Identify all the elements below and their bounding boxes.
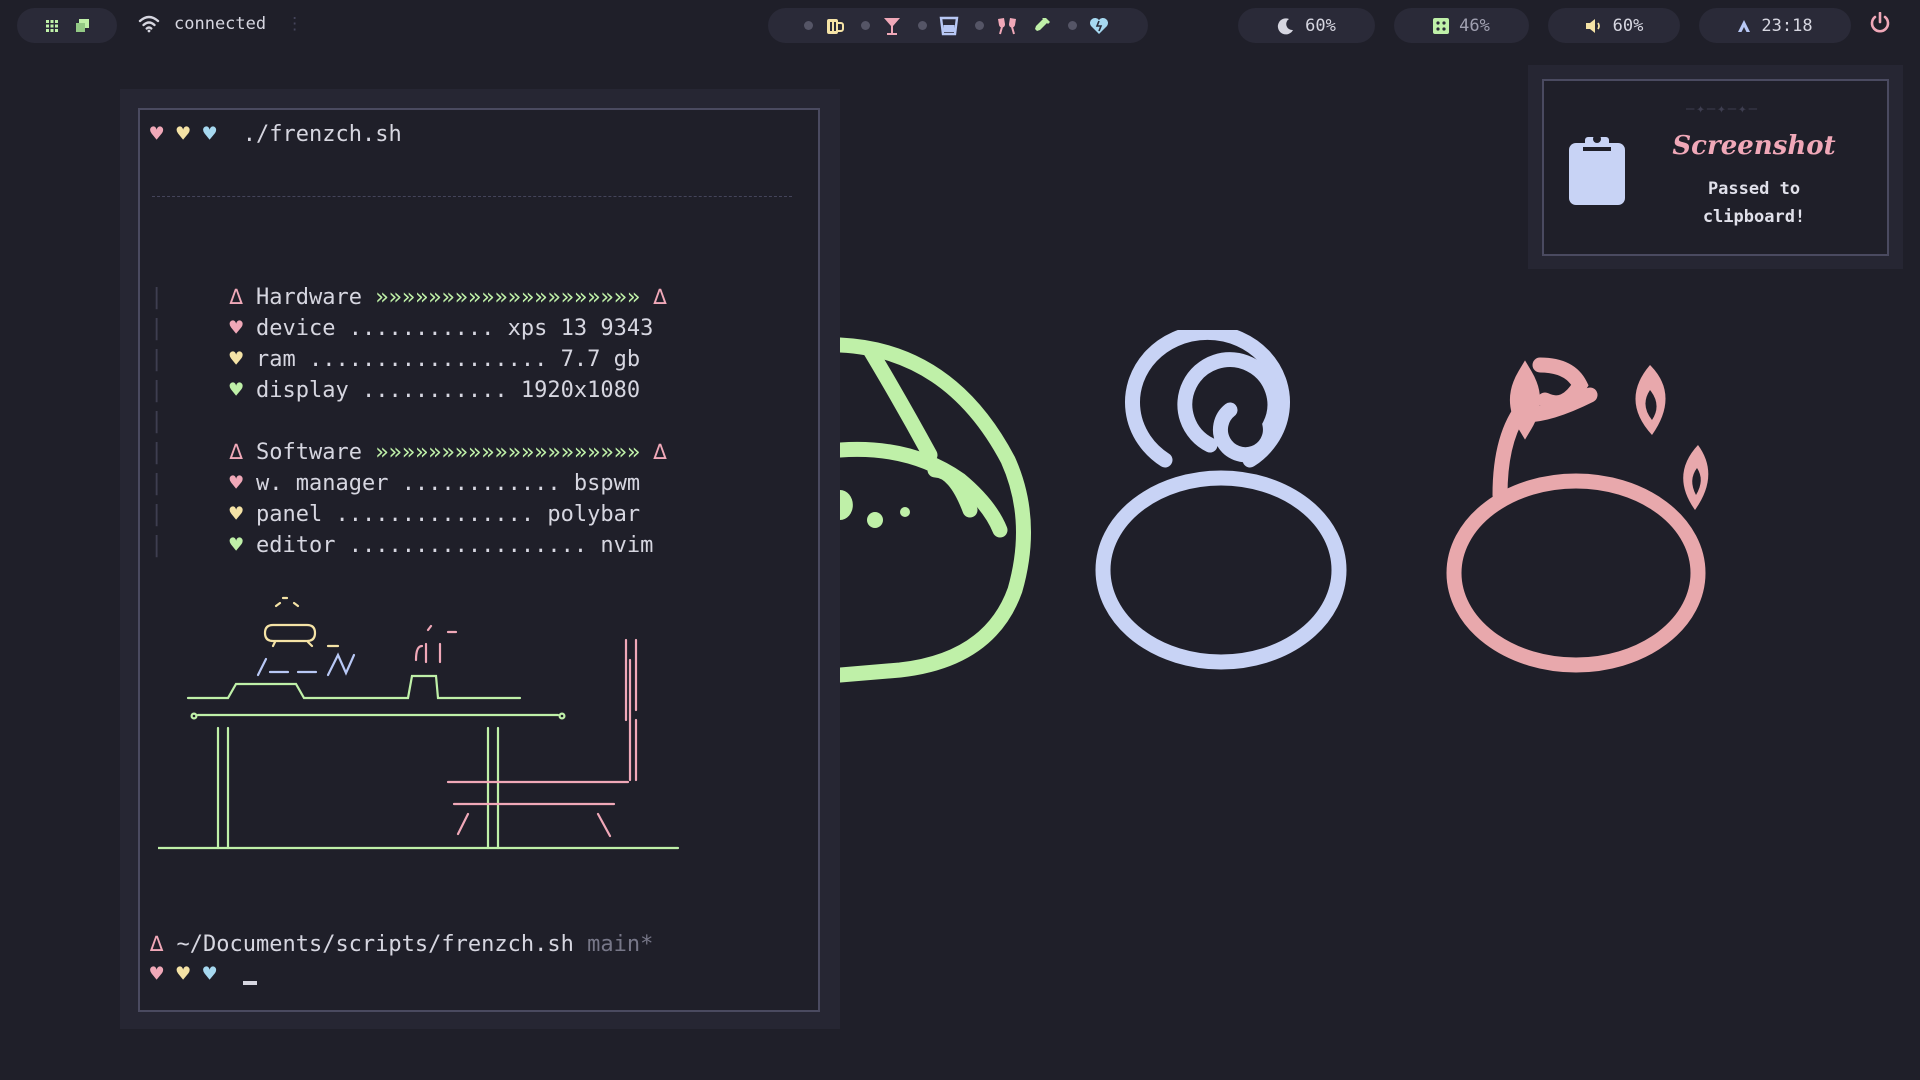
brightness-value: 60% [1305, 15, 1336, 36]
info-key: editor [255, 533, 336, 558]
grid-icon[interactable] [45, 19, 58, 32]
chip-icon [1433, 17, 1450, 34]
section-header: Software [255, 440, 362, 465]
section-header: Hardware [255, 285, 362, 310]
dot-indicator [917, 21, 927, 30]
cocktail-icon[interactable] [882, 16, 906, 36]
delta-glyph: ∆ [653, 440, 667, 465]
volume-module[interactable]: 60% [1548, 8, 1680, 43]
beer-mug-icon[interactable] [825, 16, 849, 36]
clock-module[interactable]: 23:18 [1699, 8, 1851, 43]
dot-leader: .................. [308, 347, 548, 372]
info-value: xps 13 9343 [507, 316, 654, 341]
info-value: 7.7 gb [560, 347, 641, 372]
dot-leader: ........... [361, 378, 508, 403]
prompt-path: ~/Documents/scripts/frenzch.sh [176, 932, 574, 957]
delta-glyph: ∆ [653, 285, 667, 310]
text-cursor [242, 981, 257, 985]
heart-glyph: ♥ [176, 122, 190, 147]
git-branch: main* [587, 932, 654, 957]
screenshot-notification[interactable]: —✦—✦—✦— Screenshot Passed to clipboard! [1542, 79, 1889, 256]
info-key: w. manager [255, 471, 389, 496]
volume-value: 60% [1612, 15, 1644, 36]
fetch-info: | ∆ Hardware »»»»»»»»»»»»»»»»»»»» ∆ | ♥ … [150, 285, 667, 558]
notification-body: Passed to clipboard! [1702, 179, 1806, 227]
app-launcher [768, 8, 1148, 43]
info-value: 1920x1080 [520, 378, 641, 403]
heart-glyph: ♥ [150, 962, 164, 987]
info-value: bspwm [573, 471, 641, 496]
info-value: polybar [547, 502, 641, 527]
delta-glyph: ∆ [229, 440, 243, 465]
heart-glyph: ♥ [176, 962, 190, 987]
dot-leader: .................. [348, 533, 588, 558]
snail-icon [1095, 330, 1347, 670]
info-value: nvim [600, 533, 654, 558]
desk-ascii-art [158, 596, 680, 850]
delta-glyph: ∆ [150, 932, 164, 957]
info-key: ram [255, 347, 296, 372]
bottle-icon[interactable] [1032, 16, 1056, 36]
terminal-window[interactable]: ♥ ♥ ♥ ./frenzch.sh | ∆ Hardware »»»»»»»»… [138, 108, 820, 1012]
heart-icon[interactable] [1089, 17, 1113, 35]
clipboard-icon [1569, 133, 1625, 205]
dot-indicator [803, 21, 813, 30]
info-key: panel [255, 502, 323, 527]
brightness-module[interactable]: 60% [1238, 8, 1375, 43]
memory-value: 46% [1459, 15, 1490, 36]
arrow-leader: »»»»»»»»»»»»»»»»»»»» [375, 440, 641, 465]
speaker-icon [1585, 18, 1603, 34]
heart-glyph: ♥ [203, 122, 217, 147]
dot-indicator [860, 21, 870, 30]
title-decoration: —✦—✦—✦— [1686, 101, 1760, 117]
moon-icon [1277, 17, 1295, 35]
delta-glyph: ∆ [229, 285, 243, 310]
glasses-icon[interactable] [996, 16, 1020, 36]
flower-creature-icon [1446, 357, 1709, 673]
command-text: ./frenzch.sh [242, 122, 402, 147]
wifi-icon [138, 15, 160, 33]
dot-indicator [1067, 21, 1077, 30]
memory-module[interactable]: 46% [1394, 8, 1529, 43]
workspace-switcher[interactable] [17, 8, 117, 43]
separator: ⋮ [286, 14, 304, 34]
network-status[interactable]: connected ⋮ [138, 14, 303, 34]
prompt-line-bottom[interactable]: ∆ ~/Documents/scripts/frenzch.sh main* ♥… [150, 930, 653, 990]
notification-title: Screenshot [1672, 131, 1836, 161]
arrow-leader: »»»»»»»»»»»»»»»»»»»» [375, 285, 641, 310]
heart-glyph: ♥ [203, 962, 217, 987]
green-creature-icon [840, 337, 1032, 683]
network-label: connected [174, 14, 267, 34]
power-icon[interactable] [1869, 12, 1891, 34]
info-key: device [255, 316, 336, 341]
dot-indicator [974, 21, 984, 30]
fetch-box-top-border [152, 196, 792, 197]
dot-leader: ............ [401, 471, 561, 496]
dot-leader: ........... [348, 316, 495, 341]
info-key: display [255, 378, 349, 403]
user-icon [1737, 19, 1751, 33]
glass-icon[interactable] [939, 16, 963, 36]
heart-glyph: ♥ [150, 122, 164, 147]
dot-leader: ............... [335, 502, 535, 527]
windows-icon[interactable] [75, 19, 89, 32]
clock-value: 23:18 [1761, 15, 1813, 36]
prompt-line-top: ♥ ♥ ♥ ./frenzch.sh [150, 122, 402, 147]
